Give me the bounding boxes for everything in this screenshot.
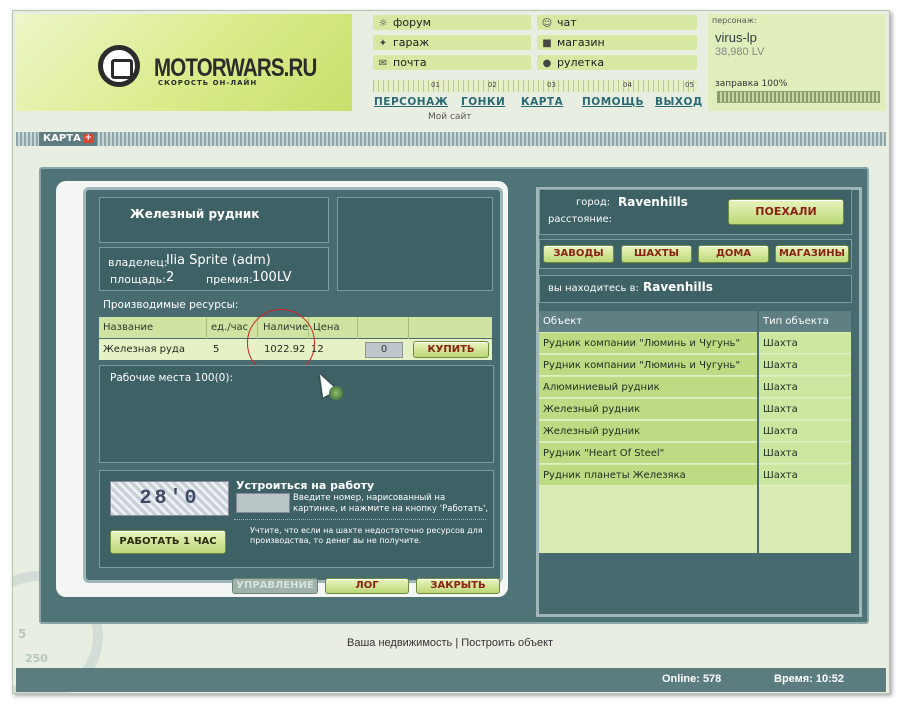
nav-shop[interactable]: ■ магазин: [537, 35, 697, 50]
distance-label: расстояние:: [548, 214, 612, 225]
log-button[interactable]: ЛОГ: [325, 578, 409, 594]
fuel-bar: [717, 91, 880, 103]
city-value: Ravenhills: [618, 195, 688, 209]
forum-icon: ☼: [378, 18, 388, 29]
resource-name: Железная руда: [103, 344, 185, 355]
workplaces-box: Рабочие места 100(0):: [99, 365, 494, 463]
menu-races[interactable]: ГОНКИ: [461, 96, 505, 108]
logo-icon: [98, 45, 140, 87]
mine-info-box: владелец: Ilia Sprite (adm) площадь: 2 п…: [99, 247, 329, 291]
owner-label: владелец:: [108, 256, 168, 269]
loading-globe-icon: [329, 386, 343, 400]
section-title[interactable]: КАРТА +: [39, 132, 97, 146]
col-name: Название: [103, 322, 154, 333]
go-button[interactable]: ПОЕХАЛИ: [728, 199, 844, 225]
object-row[interactable]: Железный рудник Шахта: [539, 399, 861, 420]
logo-subtitle: СКОРОСТЬ ОН-ЛАЙН: [158, 79, 258, 87]
nav-garage[interactable]: ✦ гараж: [373, 35, 531, 50]
menu-character[interactable]: ПЕРСОНАЖ: [374, 96, 448, 108]
player-name[interactable]: virus-lp: [715, 30, 757, 45]
build-object-link[interactable]: Построить объект: [461, 637, 553, 649]
location-value: Ravenhills: [643, 280, 713, 294]
chat-icon: ☺: [541, 18, 553, 29]
workplaces-label: Рабочие места 100(0):: [110, 372, 233, 384]
player-label: персонаж:: [712, 16, 757, 25]
location-label: вы находитесь в:: [548, 283, 639, 294]
col-price: Цена: [313, 322, 340, 333]
status-bar: Online: 578 Время: 10:52: [16, 668, 886, 692]
city-box: город: Ravenhills расстояние: ПОЕХАЛИ: [539, 189, 852, 235]
object-row[interactable]: Рудник компании "Люминь и Чугунь" Шахта: [539, 355, 861, 376]
captcha-input[interactable]: [236, 493, 290, 513]
game-window: MOTORWARS.RU СКОРОСТЬ ОН-ЛАЙН ☼ форум ☺ ча…: [12, 10, 890, 694]
speed-mark: 250: [25, 652, 48, 665]
car-icon: ■: [542, 38, 552, 49]
manage-button[interactable]: УПРАВЛЕНИЕ: [232, 578, 318, 594]
menu-help[interactable]: ПОМОЩЬ: [582, 96, 644, 108]
mine-title: Железный рудник: [130, 207, 260, 221]
object-row[interactable]: Рудник "Heart Of Steel" Шахта: [539, 443, 861, 464]
prize-label: премия:: [206, 273, 253, 286]
close-button[interactable]: ЗАКРЫТЬ: [416, 578, 500, 594]
nav-mail[interactable]: ✉ почта: [373, 55, 531, 70]
footer-separator: |: [455, 637, 459, 649]
server-time: Время: 10:52: [774, 673, 845, 685]
my-property-link[interactable]: Ваша недвижимость: [347, 637, 452, 649]
area-label: площадь:: [110, 273, 166, 286]
mine-title-box: Железный рудник: [99, 197, 329, 243]
object-row[interactable]: Рудник компании "Люминь и Чугунь" Шахта: [539, 333, 861, 354]
nav-chat[interactable]: ☺ чат: [537, 15, 697, 30]
footer-links: Ваша недвижимость | Построить объект: [347, 637, 553, 649]
menu-exit[interactable]: ВЫХОД: [655, 96, 703, 108]
player-money: 38,980 LV: [715, 46, 765, 58]
filter-factories[interactable]: ЗАВОДЫ: [543, 245, 614, 263]
owner-value[interactable]: Ilia Sprite (adm): [166, 253, 271, 268]
roulette-icon: ●: [542, 58, 552, 69]
resources-title: Производимые ресурсы:: [103, 299, 239, 311]
job-hint: Введите номер, нарисованный на картинке,…: [293, 493, 489, 514]
captcha-image: 28'0: [110, 481, 229, 516]
section-strip: [16, 132, 886, 146]
nav-roulette[interactable]: ● рулетка: [537, 55, 697, 70]
col-object-type: Тип объекта: [759, 311, 851, 332]
mine-image-box: [337, 197, 493, 291]
mail-icon: ✉: [378, 58, 388, 69]
city-label: город:: [576, 197, 611, 208]
filter-mines[interactable]: ШАХТЫ: [621, 245, 692, 263]
resource-per-hour: 5: [213, 344, 220, 355]
my-site-link[interactable]: Мой сайт: [428, 112, 472, 122]
job-note: Учтите, что если на шахте недостаточно р…: [250, 526, 483, 545]
logo-area[interactable]: MOTORWARS.RU СКОРОСТЬ ОН-ЛАЙН: [16, 14, 352, 111]
location-box: вы находитесь в: Ravenhills: [539, 275, 852, 303]
work-button[interactable]: РАБОТАТЬ 1 ЧАС: [110, 530, 226, 554]
menu-map[interactable]: КАРТА: [521, 96, 563, 108]
speed-mark: 5: [18, 627, 27, 641]
nav-forum[interactable]: ☼ форум: [373, 15, 531, 30]
area-value: 2: [166, 270, 175, 285]
filter-shops[interactable]: МАГАЗИНЫ: [775, 245, 849, 263]
plus-icon[interactable]: +: [83, 134, 93, 143]
col-per-hour: ед./час: [211, 322, 249, 333]
filter-bar: ЗАВОДЫ ШАХТЫ ДОМА МАГАЗИНЫ: [539, 239, 852, 269]
col-object: Объект: [539, 311, 757, 332]
buy-button[interactable]: КУПИТЬ: [413, 341, 489, 358]
header-ruler: 01 02 03 04 05: [373, 80, 698, 92]
object-row[interactable]: Рудник планеты Железяка Шахта: [539, 465, 861, 486]
prize-value: 100LV: [252, 270, 292, 285]
online-count: Online: 578: [662, 673, 722, 685]
filter-houses[interactable]: ДОМА: [698, 245, 769, 263]
object-row[interactable]: Железный рудник Шахта: [539, 421, 861, 442]
fuel-label: заправка 100%: [715, 79, 788, 89]
job-box: 28'0 Устроиться на работу Введите номер,…: [99, 470, 494, 568]
wrench-icon: ✦: [378, 38, 388, 49]
quantity-input[interactable]: 0: [365, 342, 403, 358]
job-title: Устроиться на работу: [236, 479, 375, 492]
object-row[interactable]: Алюминиевый рудник Шахта: [539, 377, 861, 398]
